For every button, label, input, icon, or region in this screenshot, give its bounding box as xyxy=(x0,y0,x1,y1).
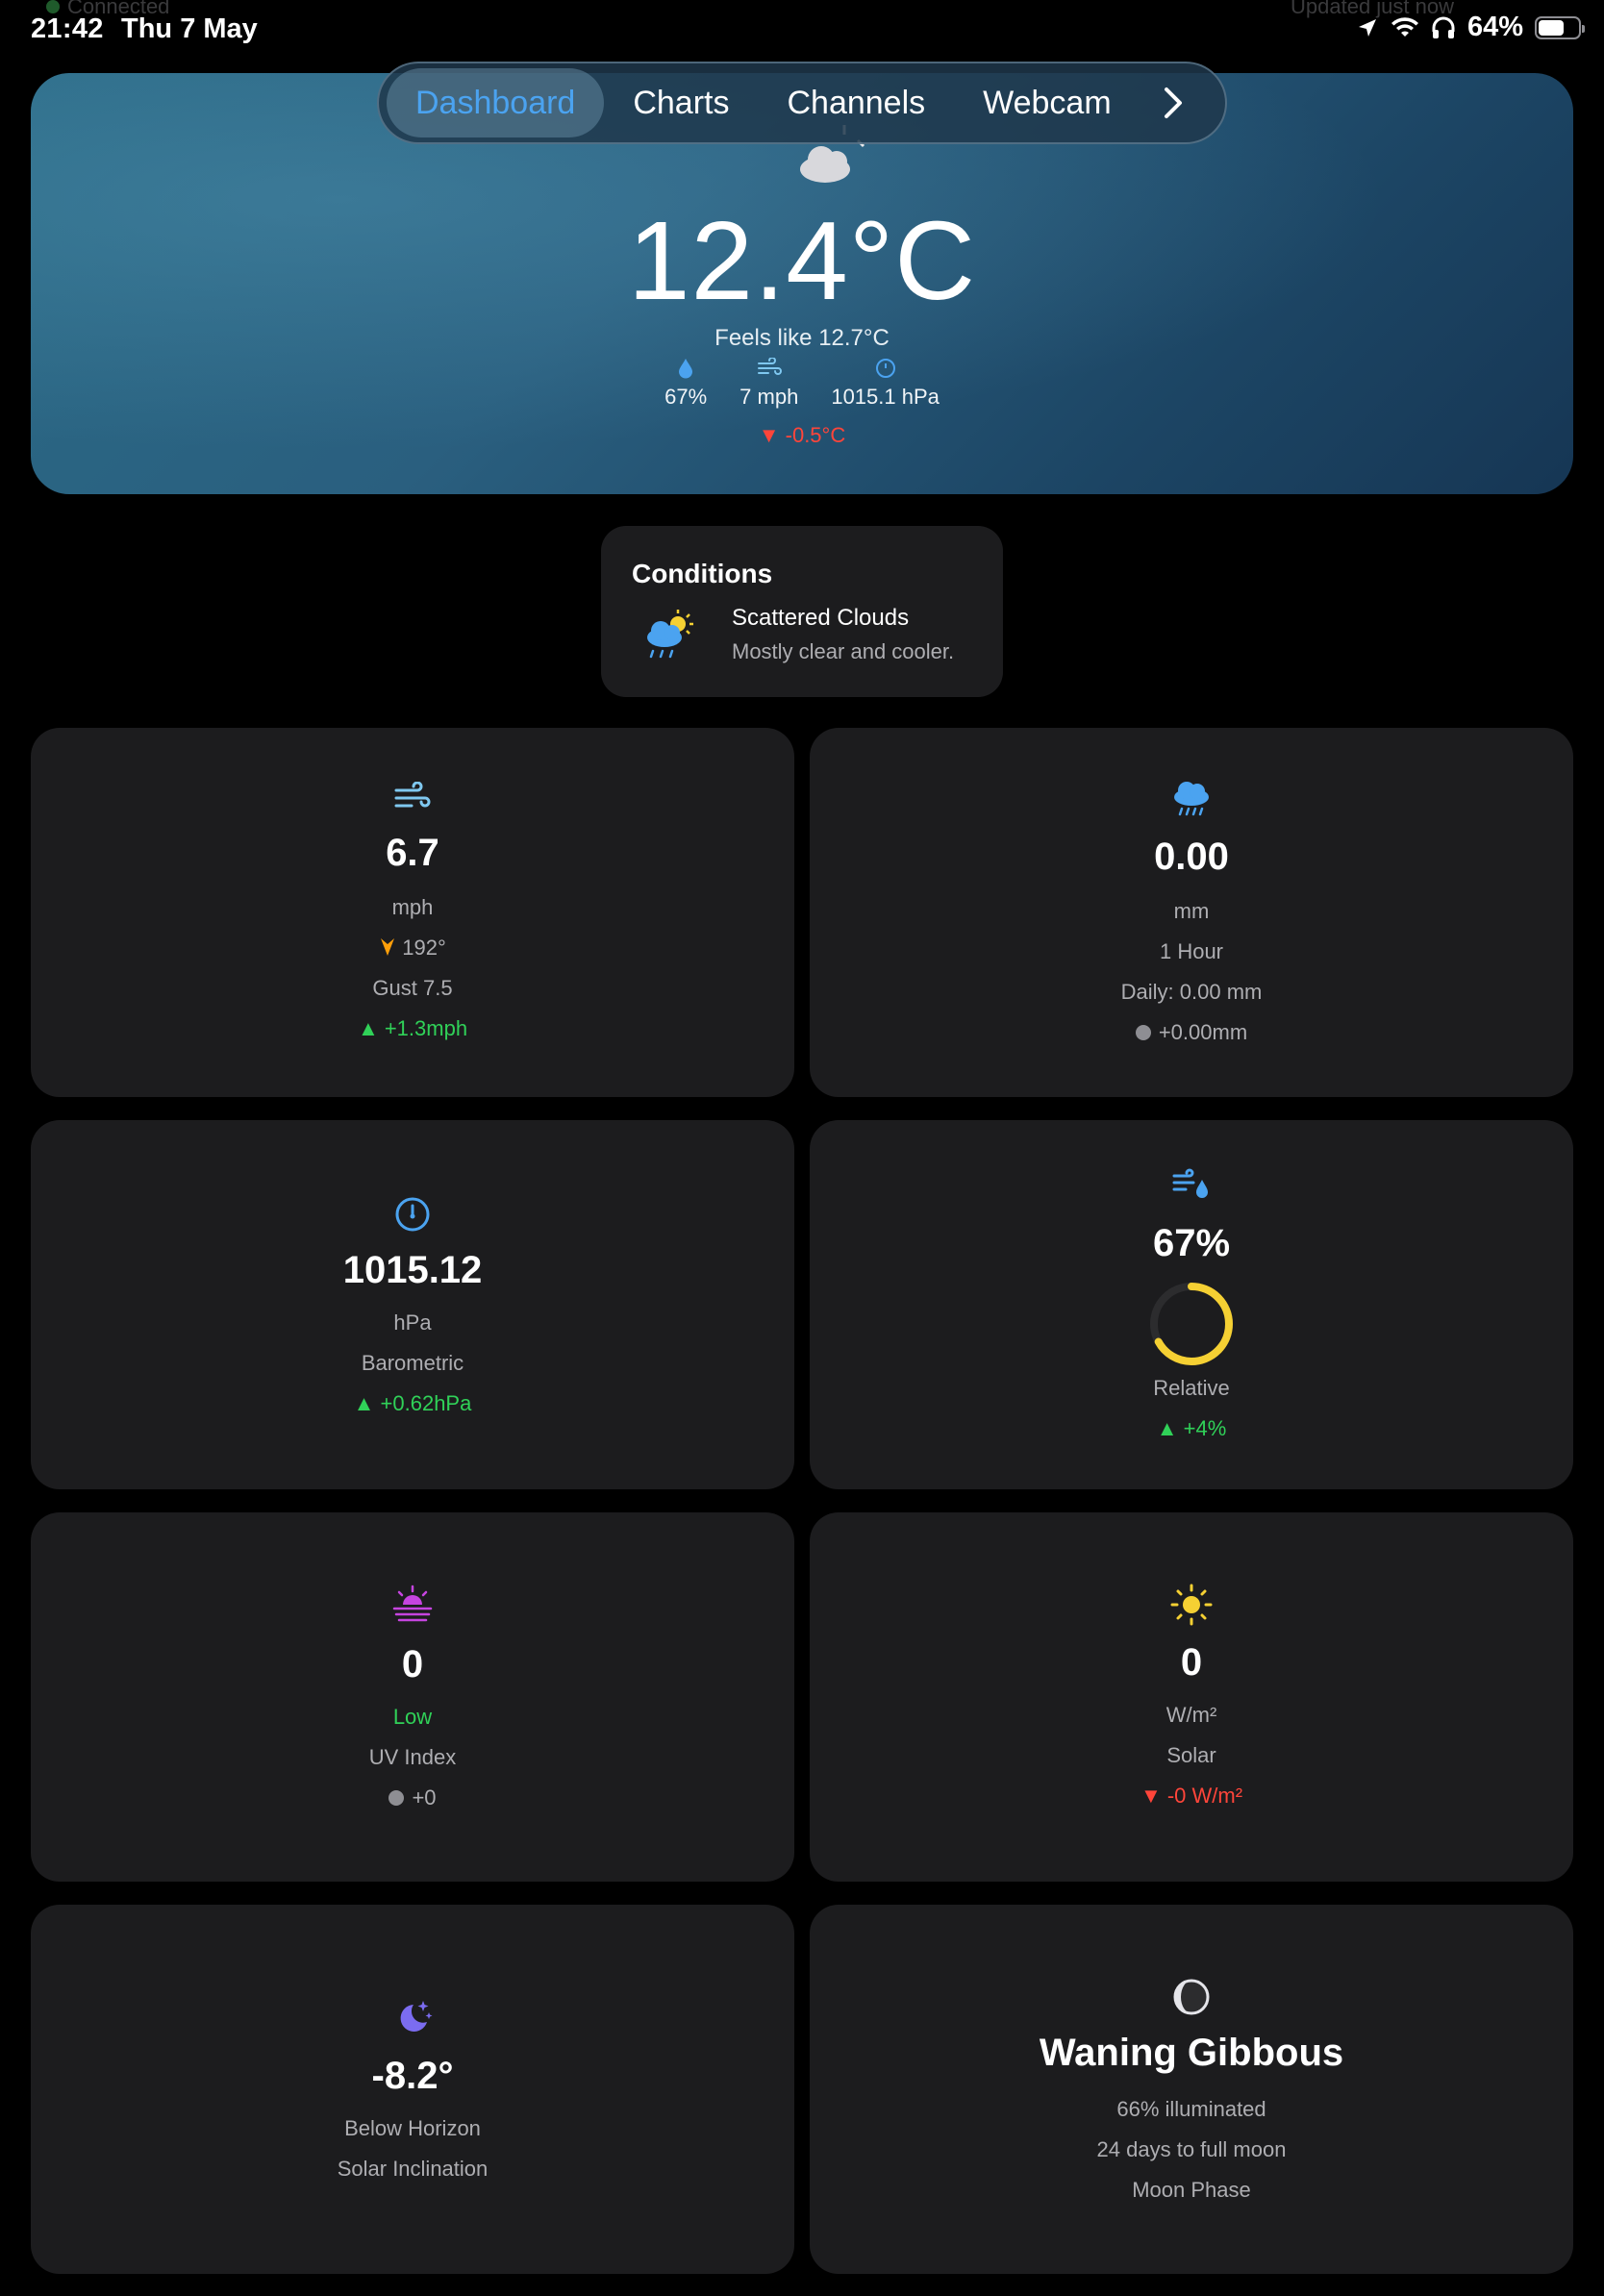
headphones-icon xyxy=(1432,16,1455,38)
rain-card[interactable]: 0.00 mm 1 Hour Daily: 0.00 mm +0.00mm xyxy=(810,728,1573,1097)
uv-value: 0 xyxy=(401,1643,424,1685)
solar-inclination-label: Solar Inclination xyxy=(337,2157,489,2181)
wind-direction-arrow-icon xyxy=(381,938,395,956)
moon-waning-gibbous-icon xyxy=(1173,1979,1210,2015)
solar-inclination-card[interactable]: -8.2° Below Horizon Solar Inclination xyxy=(31,1905,794,2274)
wind-card[interactable]: 6.7 mph 192° Gust 7.5 ▲ +1.3mph xyxy=(31,728,794,1097)
wifi-icon xyxy=(1391,16,1418,37)
status-bar: Connected Updated just now 21:42 Thu 7 M… xyxy=(0,0,1604,62)
tab-webcam[interactable]: Webcam xyxy=(954,68,1140,137)
humidity-drop-icon xyxy=(679,359,693,379)
pressure-value: 1015.12 xyxy=(342,1249,483,1291)
neutral-dot-icon xyxy=(1135,1025,1151,1040)
pressure-label: Barometric xyxy=(361,1351,464,1375)
current-temperature: 12.4°C xyxy=(628,198,976,323)
uv-change: +0 xyxy=(31,1785,794,1810)
cloud-sun-rain-icon xyxy=(647,610,693,659)
gauge-icon xyxy=(395,1197,430,1232)
status-icons: 64% xyxy=(1356,12,1585,43)
hero-humidity: 67% xyxy=(664,358,707,410)
humidity-value: 67% xyxy=(1152,1222,1231,1264)
wind-unit: mph xyxy=(391,895,434,919)
connection-dot-icon xyxy=(46,0,60,13)
moon-stars-icon xyxy=(400,2001,433,2032)
humidity-ring xyxy=(1150,1283,1233,1365)
solar-card[interactable]: 0 W/m² Solar ▼ -0 W/m² xyxy=(810,1512,1573,1882)
uv-label: UV Index xyxy=(368,1745,457,1769)
uv-sunrise-icon xyxy=(392,1585,433,1622)
wind-change: ▲ +1.3mph xyxy=(357,1016,468,1040)
tab-bar: Dashboard Charts Channels Webcam xyxy=(377,62,1227,144)
hero-wind: 7 mph xyxy=(739,358,798,410)
battery-icon xyxy=(1535,15,1585,39)
location-arrow-icon xyxy=(1358,18,1376,37)
humidity-label: Relative xyxy=(1153,1376,1230,1400)
moon-phase-label: Moon Phase xyxy=(1132,2178,1251,2202)
humidity-icon xyxy=(1172,1168,1208,1198)
humidity-card[interactable]: 67% Relative ▲ +4% xyxy=(810,1120,1573,1489)
pressure-change: ▲ +0.62hPa xyxy=(353,1391,472,1415)
rain-daily: Daily: 0.00 mm xyxy=(1120,980,1263,1004)
pressure-unit: hPa xyxy=(393,1310,432,1335)
sun-icon xyxy=(1170,1584,1213,1626)
moon-phase-card[interactable]: Waning Gibbous 66% illuminated 24 days t… xyxy=(810,1905,1573,2274)
wind-direction: 192° xyxy=(31,936,794,961)
chevron-right-icon xyxy=(1164,87,1182,118)
solar-inclination-status: Below Horizon xyxy=(344,2116,481,2140)
wind-gust: Gust 7.5 xyxy=(372,976,453,1000)
wind-speed-value: 6.7 xyxy=(386,832,439,874)
rain-change: +0.00mm xyxy=(810,1020,1573,1045)
uv-rating: Low xyxy=(392,1705,433,1729)
conditions-title: Conditions xyxy=(632,559,773,588)
tab-charts[interactable]: Charts xyxy=(604,68,758,137)
gauge-icon xyxy=(875,359,895,378)
conditions-card[interactable]: Conditions Scattered Clouds Mostly clear… xyxy=(601,526,1003,697)
feels-like: Feels like 12.7°C xyxy=(714,325,890,351)
moon-illumination: 66% illuminated xyxy=(1116,2097,1266,2121)
moon-days-to-full: 24 days to full moon xyxy=(1096,2137,1287,2161)
hero-stats: 67% 7 mph 1015.1 hPa xyxy=(31,358,1573,410)
status-time: 21:42 xyxy=(31,13,104,44)
conditions-detail: Mostly clear and cooler. xyxy=(732,639,955,663)
cloud-rain-icon xyxy=(1174,782,1209,816)
tab-more-button[interactable] xyxy=(1144,68,1202,137)
tab-channels[interactable]: Channels xyxy=(758,68,954,137)
humidity-change: ▲ +4% xyxy=(1156,1416,1227,1440)
wind-icon xyxy=(757,358,782,375)
solar-label: Solar xyxy=(1166,1743,1216,1767)
rain-value: 0.00 xyxy=(1154,836,1229,878)
rain-unit: mm xyxy=(1173,899,1210,923)
solar-value: 0 xyxy=(1180,1641,1203,1684)
temperature-change: ▼ -0.5°C xyxy=(758,423,846,447)
battery-fill xyxy=(1539,19,1564,36)
pressure-card[interactable]: 1015.12 hPa Barometric ▲ +0.62hPa xyxy=(31,1120,794,1489)
solar-change: ▼ -0 W/m² xyxy=(1140,1784,1243,1808)
hero-pressure: 1015.1 hPa xyxy=(831,358,940,410)
tab-dashboard[interactable]: Dashboard xyxy=(387,68,605,137)
uv-card[interactable]: 0 Low UV Index +0 xyxy=(31,1512,794,1882)
rain-period: 1 Hour xyxy=(1159,939,1224,963)
conditions-summary: Scattered Clouds xyxy=(732,605,910,631)
solar-unit: W/m² xyxy=(1165,1703,1217,1727)
solar-inclination-value: -8.2° xyxy=(371,2055,454,2097)
neutral-dot-icon xyxy=(388,1790,405,1806)
battery-percent: 64% xyxy=(1466,12,1523,42)
wind-icon xyxy=(394,781,431,808)
moon-phase-name: Waning Gibbous xyxy=(1039,2032,1344,2074)
status-date: Thu 7 May xyxy=(121,13,258,44)
